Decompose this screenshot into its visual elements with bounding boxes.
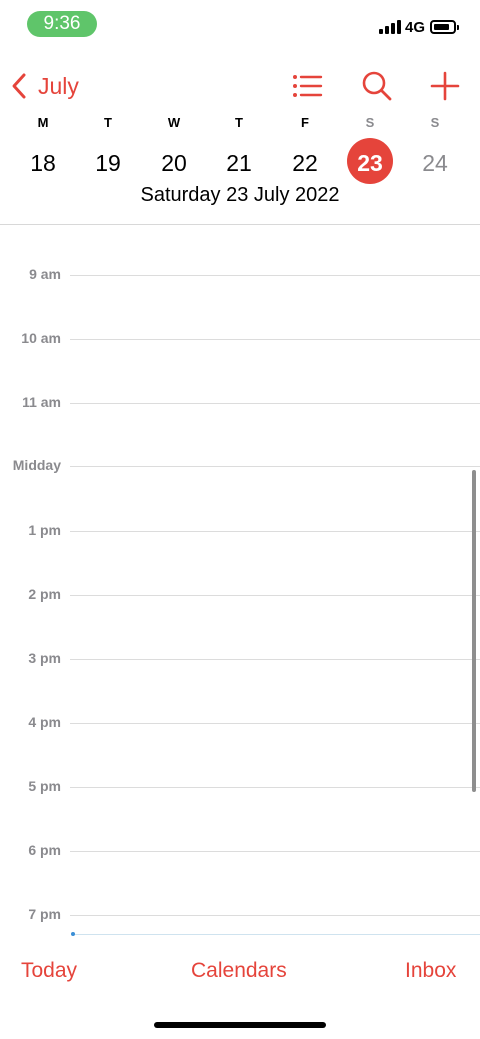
calendars-button[interactable]: Calendars xyxy=(191,959,287,983)
day-20[interactable]: 20 xyxy=(149,145,199,181)
hour-row[interactable]: Midday xyxy=(0,457,480,477)
current-time-dot xyxy=(71,932,75,936)
hour-label: 4 pm xyxy=(28,714,61,730)
hour-gridline xyxy=(70,723,480,724)
hour-row[interactable]: 6 pm xyxy=(0,842,480,862)
inbox-button[interactable]: Inbox xyxy=(405,959,456,983)
hour-row[interactable]: 2 pm xyxy=(0,586,480,606)
hour-gridline xyxy=(70,915,480,916)
day-22[interactable]: 22 xyxy=(280,145,330,181)
day-23-selected[interactable]: 23 xyxy=(345,145,395,181)
list-icon[interactable] xyxy=(291,70,323,102)
back-label: July xyxy=(38,72,79,99)
day-21[interactable]: 21 xyxy=(214,145,264,181)
day-18[interactable]: 18 xyxy=(18,145,68,181)
hour-gridline xyxy=(70,275,480,276)
weekday-label: M xyxy=(37,115,49,130)
hour-gridline xyxy=(70,659,480,660)
hour-label: 5 pm xyxy=(28,778,61,794)
hour-label: 2 pm xyxy=(28,586,61,602)
day-24[interactable]: 24 xyxy=(410,145,460,181)
day-19[interactable]: 19 xyxy=(83,145,133,181)
hour-gridline xyxy=(70,531,480,532)
current-time-line xyxy=(72,934,480,935)
hour-label: 11 am xyxy=(22,394,61,410)
hour-label: 9 am xyxy=(29,266,61,282)
hour-gridline xyxy=(70,595,480,596)
weekday-label: W xyxy=(167,115,181,130)
hour-gridline xyxy=(70,403,480,404)
hour-label: 3 pm xyxy=(28,650,61,666)
hour-row[interactable]: 9 am xyxy=(0,266,480,286)
status-time: 9:36 xyxy=(27,11,97,37)
hour-row[interactable]: 7 pm xyxy=(0,906,480,926)
chevron-left-icon xyxy=(12,73,26,99)
cellular-signal-icon xyxy=(379,20,401,34)
home-indicator[interactable] xyxy=(154,1022,326,1028)
status-bar: 9:36 4G xyxy=(0,0,480,50)
weekday-label: S xyxy=(365,115,375,130)
selected-date-title: Saturday 23 July 2022 xyxy=(140,184,340,206)
navigation-bar: July xyxy=(0,60,480,110)
plus-icon[interactable] xyxy=(429,70,461,102)
hour-gridline xyxy=(70,851,480,852)
battery-tip xyxy=(457,25,459,30)
hour-row[interactable]: 11 am xyxy=(0,394,480,414)
weekday-label: F xyxy=(301,115,309,130)
weekday-label: S xyxy=(430,115,440,130)
hour-gridline xyxy=(70,339,480,340)
weekday-label: T xyxy=(104,115,112,130)
hour-label: 7 pm xyxy=(28,906,61,922)
search-icon[interactable] xyxy=(361,70,393,102)
hour-row[interactable]: 3 pm xyxy=(0,650,480,670)
hour-label: 1 pm xyxy=(28,522,61,538)
scrollbar[interactable] xyxy=(472,470,476,792)
header-divider xyxy=(0,224,480,225)
back-to-month-button[interactable]: July xyxy=(10,72,79,100)
network-type: 4G xyxy=(405,19,426,36)
today-button[interactable]: Today xyxy=(21,959,77,983)
hour-row[interactable]: 1 pm xyxy=(0,522,480,542)
weekday-label: T xyxy=(235,115,243,130)
hour-row[interactable]: 4 pm xyxy=(0,714,480,734)
hour-label: Midday xyxy=(12,457,61,473)
hour-gridline xyxy=(70,787,480,788)
hour-row[interactable]: 5 pm xyxy=(0,778,480,798)
hour-gridline xyxy=(70,466,480,467)
hour-row[interactable]: 10 am xyxy=(0,330,480,350)
bottom-toolbar: Today Calendars Inbox xyxy=(0,955,480,995)
hour-label: 10 am xyxy=(21,330,61,346)
battery-icon xyxy=(430,20,456,34)
hour-label: 6 pm xyxy=(28,842,61,858)
